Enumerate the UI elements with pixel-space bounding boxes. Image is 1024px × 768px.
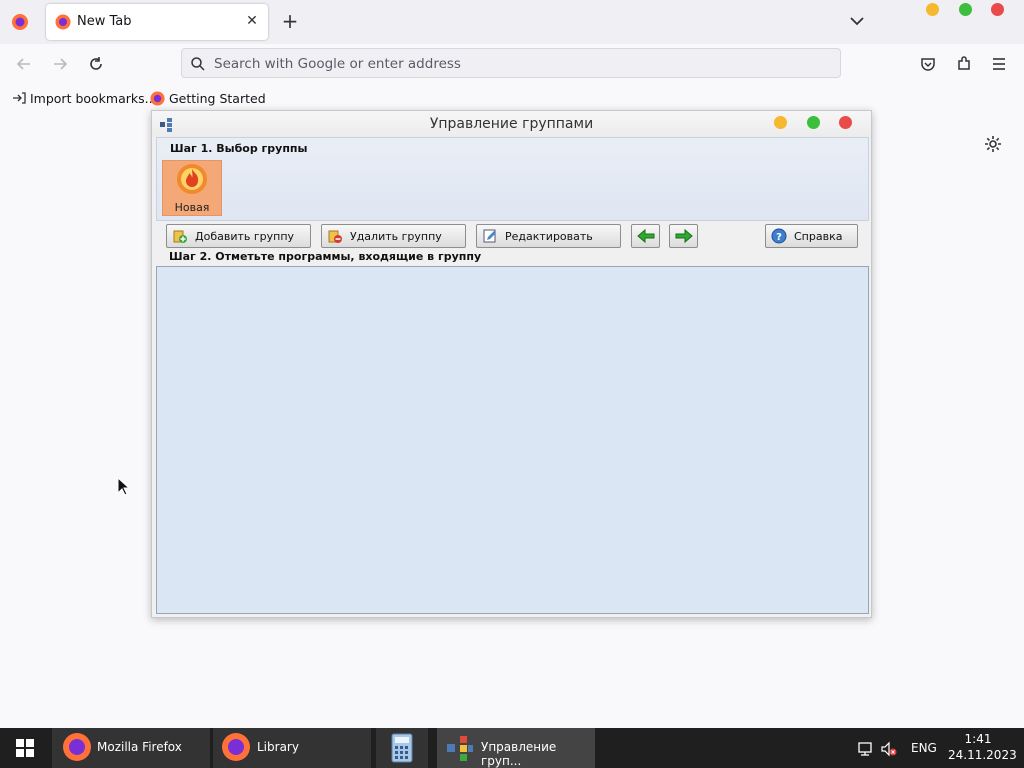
maximize-button[interactable] — [959, 3, 972, 16]
network-icon[interactable] — [857, 741, 875, 757]
address-bar-placeholder: Search with Google or enter address — [214, 56, 461, 72]
window-titlebar[interactable]: Управление группами — [152, 111, 871, 137]
help-button[interactable]: ? Справка — [765, 224, 858, 248]
help-label: Справка — [794, 230, 843, 243]
app-close-button[interactable] — [839, 116, 852, 129]
bookmark-import[interactable]: Import bookmarks... — [12, 91, 157, 107]
svg-text:?: ? — [776, 232, 782, 243]
reload-icon[interactable] — [86, 54, 106, 74]
firefox-icon — [55, 14, 71, 30]
firefox-icon — [63, 733, 91, 761]
taskbar-item-calculator[interactable] — [376, 728, 428, 768]
arrow-left-icon — [637, 228, 655, 244]
language-indicator[interactable]: ENG — [911, 741, 937, 755]
clock[interactable]: 1:41 24.11.2023 — [948, 732, 1017, 762]
firefox-icon — [150, 91, 165, 106]
delete-group-label: Удалить группу — [350, 230, 442, 243]
import-icon — [13, 92, 26, 104]
help-icon: ? — [771, 228, 787, 244]
new-tab-button[interactable]: + — [280, 11, 300, 31]
volume-muted-icon[interactable] — [880, 741, 898, 757]
start-icon[interactable] — [15, 738, 35, 758]
add-group-button[interactable]: Добавить группу — [166, 224, 311, 248]
extensions-icon[interactable] — [955, 55, 973, 73]
tab-close-icon[interactable]: ✕ — [244, 13, 260, 29]
clock-time: 1:41 — [964, 732, 992, 746]
app-icon — [447, 736, 473, 761]
bookmark-label: Getting Started — [168, 91, 266, 106]
bookmark-getting-started[interactable]: Getting Started — [150, 91, 266, 107]
add-group-label: Добавить группу — [195, 230, 295, 243]
calculator-icon — [391, 733, 413, 763]
address-bar[interactable]: Search with Google or enter address — [181, 48, 841, 78]
app-maximize-button[interactable] — [807, 116, 820, 129]
edit-icon — [483, 229, 496, 243]
move-left-button[interactable] — [631, 224, 660, 248]
forward-icon[interactable] — [50, 54, 70, 74]
step1-label: Шаг 1. Выбор группы — [170, 142, 308, 155]
mouse-cursor-icon — [117, 477, 129, 496]
list-all-tabs-icon[interactable] — [848, 12, 866, 30]
add-group-icon — [173, 230, 187, 243]
arrow-right-icon — [675, 228, 693, 244]
taskbar-item-group-manager[interactable]: Управление груп... — [437, 728, 595, 768]
pocket-icon[interactable] — [919, 55, 937, 73]
edit-group-label: Редактировать — [505, 230, 593, 243]
search-icon — [191, 57, 205, 71]
close-button[interactable] — [991, 3, 1004, 16]
edit-group-button[interactable]: Редактировать — [476, 224, 621, 248]
menu-icon[interactable] — [991, 56, 1007, 72]
fire-icon — [177, 164, 207, 194]
clock-date: 24.11.2023 — [948, 748, 1017, 762]
taskbar-item-label: Library — [257, 740, 299, 754]
firefox-icon — [222, 733, 250, 761]
tab-title: New Tab — [77, 14, 132, 29]
delete-group-button[interactable]: Удалить группу — [321, 224, 466, 248]
move-right-button[interactable] — [669, 224, 698, 248]
programs-list[interactable] — [156, 266, 869, 614]
delete-group-icon — [328, 230, 342, 243]
bookmark-label: Import bookmarks... — [29, 91, 157, 106]
window-title: Управление группами — [429, 116, 594, 132]
back-icon[interactable] — [14, 54, 34, 74]
group-management-window: Управление группами Шаг 1. Выбор группы … — [151, 110, 872, 618]
group-label: Новая — [174, 201, 210, 214]
group-item-new[interactable]: Новая — [162, 160, 222, 216]
minimize-button[interactable] — [926, 3, 939, 16]
firefox-menu-icon[interactable] — [11, 13, 29, 31]
taskbar-item-label: Управление груп... — [481, 740, 557, 768]
tab-new-tab[interactable]: New Tab ✕ — [46, 4, 268, 40]
taskbar-item-label: Mozilla Firefox — [97, 740, 182, 754]
group-selection-panel: Шаг 1. Выбор группы Новая — [156, 137, 869, 221]
gear-icon[interactable] — [983, 134, 1003, 154]
taskbar-item-firefox[interactable]: Mozilla Firefox — [52, 728, 210, 768]
taskbar-item-library[interactable]: Library — [213, 728, 371, 768]
step2-label: Шаг 2. Отметьте программы, входящие в гр… — [169, 250, 482, 263]
app-minimize-button[interactable] — [774, 116, 787, 129]
